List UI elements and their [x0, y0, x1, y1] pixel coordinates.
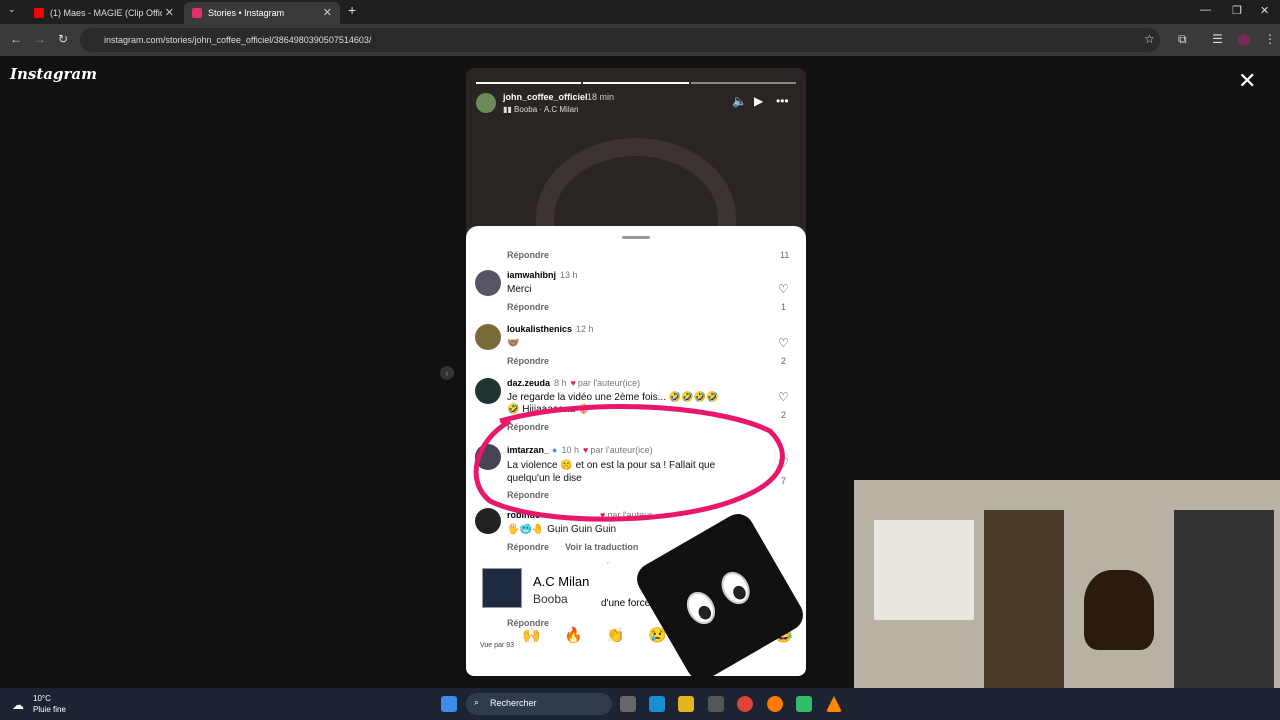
url-field[interactable]: instagram.com/stories/john_coffee_offici… [80, 28, 1160, 52]
comment-text: 🤝🏽 [507, 338, 520, 349]
heart-icon[interactable]: ♡ [778, 282, 789, 296]
search-icon: ⌕ [474, 697, 480, 707]
comment-username[interactable]: daz.zeuda 8 h ♥ par l'auteur(ice) [507, 378, 640, 388]
heart-icon[interactable]: ♡ [778, 336, 789, 350]
app-icon[interactable] [796, 696, 812, 712]
progress-segment [583, 82, 689, 84]
bookmark-star-icon[interactable]: ☆ [1144, 32, 1155, 46]
see-translation-link[interactable]: Voir la traduction [565, 542, 638, 552]
comment-username[interactable]: loukalisthenics 12 h [507, 324, 594, 334]
like-count: 11 [780, 250, 790, 260]
chrome-icon[interactable] [737, 696, 753, 712]
maximize-icon[interactable]: ❐ [1232, 4, 1242, 17]
store-icon[interactable] [708, 696, 724, 712]
tab-label: Stories • Instagram [208, 8, 285, 18]
person [1084, 570, 1154, 650]
volume-icon[interactable]: 🔈 [732, 94, 747, 108]
album-art [482, 568, 522, 608]
address-bar-row: ← → ↻ instagram.com/stories/john_coffee_… [0, 24, 1280, 56]
reply-link[interactable]: Répondre [507, 542, 549, 552]
story-time: 18 min [587, 92, 615, 102]
task-view-icon[interactable] [620, 696, 636, 712]
avatar[interactable] [475, 324, 501, 350]
search-box[interactable]: ⌕ Rechercher [466, 693, 612, 715]
instagram-page: Instagram ✕ ‹ john_coffee_officiel 18 mi… [0, 56, 1280, 720]
music-label: Booba · A.C Milan [514, 105, 579, 114]
progress-segment [476, 82, 582, 84]
tab-label: (1) Maes - MAGIE (Clip Officiel) [50, 8, 162, 18]
close-story-icon[interactable]: ✕ [1238, 68, 1256, 94]
music-song: A.C Milan [533, 574, 590, 589]
instagram-logo[interactable]: Instagram [10, 65, 97, 83]
weather-desc: Pluie fine [33, 705, 66, 714]
comment-text: Merci [507, 284, 532, 295]
previous-story-icon[interactable]: ‹ [440, 366, 454, 380]
play-icon[interactable]: ▶ [754, 94, 763, 108]
tab-youtube[interactable]: (1) Maes - MAGIE (Clip Officiel) ✕ [26, 2, 182, 24]
story-music[interactable]: ▮▮ Booba · A.C Milan [503, 105, 579, 114]
avatar[interactable] [475, 270, 501, 296]
eye-icon [715, 566, 756, 610]
reload-icon[interactable]: ↻ [58, 32, 68, 46]
progress-segment [690, 82, 796, 84]
extensions-icon[interactable]: ⧉ [1178, 32, 1187, 47]
window-light [874, 520, 974, 620]
search-placeholder: Rechercher [490, 698, 537, 708]
minimize-icon[interactable]: — [1200, 4, 1211, 16]
profile-avatar[interactable] [1238, 34, 1250, 46]
comment-username[interactable]: iamwahibnj 13 h [507, 270, 578, 280]
close-window-icon[interactable]: ✕ [1260, 4, 1269, 17]
reply-link[interactable]: Répondre [507, 250, 549, 260]
reaction-emoji[interactable]: 🔥 [564, 626, 583, 644]
seen-by[interactable]: Vue par 93 [480, 642, 514, 649]
annotation-circle [473, 404, 785, 522]
vlc-icon[interactable] [826, 696, 842, 712]
sheet-handle[interactable] [622, 236, 650, 239]
windows-start-icon[interactable] [441, 696, 457, 712]
more-options-icon[interactable]: ••• [776, 94, 789, 108]
webcam-overlay [854, 480, 1280, 720]
music-artist: Booba [533, 592, 568, 606]
url-text: instagram.com/stories/john_coffee_offici… [104, 35, 372, 45]
reply-link[interactable]: Répondre [507, 356, 549, 366]
tab-instagram[interactable]: Stories • Instagram ✕ [184, 2, 340, 24]
weather-temp: 10°C [33, 694, 51, 703]
taskbar: ☁ 10°C Pluie fine ⌕ Rechercher [0, 688, 1280, 720]
story-header: john_coffee_officiel 18 min ▮▮ Booba · A… [476, 90, 796, 118]
media-control-icon[interactable]: ☰ [1212, 32, 1223, 46]
back-icon[interactable]: ← [10, 32, 22, 46]
file-explorer-icon[interactable] [678, 696, 694, 712]
reaction-emoji[interactable]: 👏 [606, 626, 625, 644]
firefox-icon[interactable] [767, 696, 783, 712]
browser-tab-bar: ⌄ (1) Maes - MAGIE (Clip Officiel) ✕ Sto… [0, 0, 1280, 24]
like-count: 1 [781, 302, 787, 312]
story-progress [476, 82, 796, 84]
new-tab-icon[interactable]: + [348, 2, 356, 18]
close-tab-icon[interactable]: ✕ [323, 6, 332, 19]
tab-list-icon[interactable]: ⌄ [8, 4, 16, 15]
story-username[interactable]: john_coffee_officiel [503, 92, 588, 102]
eye-icon [681, 586, 721, 630]
avatar[interactable] [476, 93, 496, 113]
reply-link[interactable]: Répondre [507, 302, 549, 312]
youtube-icon [34, 8, 44, 18]
forward-icon[interactable]: → [34, 32, 46, 46]
reaction-emoji[interactable]: 🙌 [522, 626, 541, 644]
close-tab-icon[interactable]: ✕ [165, 6, 174, 19]
cloud-icon: ☁ [12, 698, 24, 712]
menu-icon[interactable]: ⋮ [1264, 32, 1276, 46]
edge-icon[interactable] [649, 696, 665, 712]
instagram-icon [192, 8, 202, 18]
like-count: 2 [781, 356, 787, 366]
